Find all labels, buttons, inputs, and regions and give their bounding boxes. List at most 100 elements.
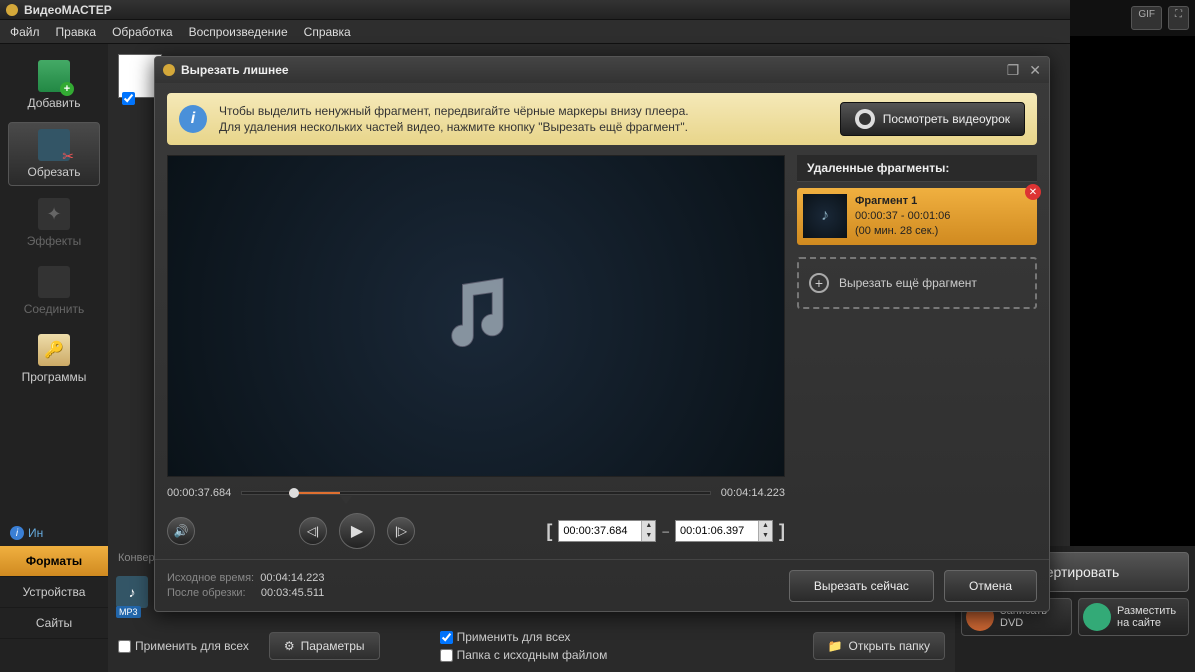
open-folder-label: Открыть папку [848,639,930,653]
preview-video [1070,36,1195,610]
params-button[interactable]: ⚙Параметры [269,632,380,660]
apply-all-label: Применить для всех [135,639,249,653]
app-logo-icon [6,4,18,16]
dialog-close-button[interactable]: ✕ [1029,62,1041,79]
fullscreen-button[interactable]: ⛶ [1168,6,1189,30]
next-frame-button[interactable]: |▷ [387,517,415,545]
menu-edit[interactable]: Правка [56,25,97,39]
add-fragment-label: Вырезать ещё фрагмент [839,276,977,290]
key-icon [38,334,70,366]
video-preview [167,155,785,477]
apply-all-checkbox[interactable]: Применить для всех [118,639,249,653]
gif-button[interactable]: GIF [1131,6,1162,30]
music-note-icon [431,271,521,361]
plus-icon: + [809,273,829,293]
sidebar-join: Соединить [8,260,100,322]
hint-info-icon: i [179,105,207,133]
menu-file[interactable]: Файл [10,25,40,39]
fragments-panel: Удаленные фрагменты: ♪ Фрагмент 1 00:00:… [797,155,1037,559]
tab-sites[interactable]: Сайты [0,608,108,639]
tutorial-button[interactable]: Посмотреть видеоурок [840,102,1025,136]
prev-frame-button[interactable]: ◁| [299,517,327,545]
src-time-value: 00:04:14.223 [260,572,324,584]
sidebar-cut-label: Обрезать [28,165,81,179]
dialog-title: Вырезать лишнее [181,63,997,77]
apply-all-2-checkbox[interactable]: Применить для всех [440,630,608,644]
dialog-restore-button[interactable]: ❐ [1007,62,1020,79]
bracket-close-icon[interactable]: ] [779,521,785,542]
add-fragment-button[interactable]: + Вырезать ещё фрагмент [797,257,1037,309]
file-checkbox[interactable] [122,92,135,105]
fragment-name: Фрагмент 1 [855,195,917,207]
effects-icon [38,198,70,230]
total-time: 00:04:14.223 [721,487,785,499]
globe-icon [1083,603,1111,631]
sidebar-cut[interactable]: Обрезать [8,122,100,186]
range-from-field[interactable] [559,525,641,537]
menu-playback[interactable]: Воспроизведение [189,25,288,39]
menubar: Файл Правка Обработка Воспроизведение Сп… [0,20,1195,44]
from-down[interactable]: ▼ [642,531,655,541]
sidebar-programs-label: Программы [22,370,87,384]
dialog-titlebar: Вырезать лишнее ❐ ✕ [155,57,1049,83]
range-to-field[interactable] [676,525,758,537]
range-from-input[interactable]: ▲▼ [558,520,656,542]
bracket-open-icon[interactable]: [ [546,521,552,542]
format-tabs: Форматы Устройства Сайты [0,546,108,672]
hint-line-1: Чтобы выделить ненужный фрагмент, передв… [219,103,828,119]
app-title: ВидеоМАСТЕР [24,3,1139,17]
range-end-marker[interactable] [340,496,352,516]
publish-button[interactable]: Разместитьна сайте [1078,598,1189,636]
seek-thumb[interactable] [289,488,299,498]
fragment-item[interactable]: ♪ Фрагмент 1 00:00:37 - 00:01:06 (00 мин… [797,188,1037,245]
menu-help[interactable]: Справка [304,25,351,39]
fragment-thumb-icon: ♪ [803,194,847,238]
to-down[interactable]: ▼ [759,531,772,541]
join-icon [38,266,70,298]
mute-button[interactable]: 🔊 [167,517,195,545]
range-to-input[interactable]: ▲▼ [675,520,773,542]
seek-track[interactable] [241,491,711,495]
range-dash: – [662,524,669,538]
sidebar-programs[interactable]: Программы [8,328,100,390]
fragment-delete-button[interactable]: ✕ [1025,184,1041,200]
open-folder-button[interactable]: 📁Открыть папку [813,632,945,660]
player-panel: 00:00:37.684 00:04:14.223 🔊 ◁| ▶ |▷ [ [167,155,785,559]
cut-now-button[interactable]: Вырезать сейчас [789,570,934,602]
tutorial-label: Посмотреть видеоурок [883,112,1010,126]
fragment-range: 00:00:37 - 00:01:06 [855,210,950,222]
sidebar-add[interactable]: Добавить [8,54,100,116]
sidebar-add-label: Добавить [27,96,80,110]
menu-process[interactable]: Обработка [112,25,173,39]
play-button[interactable]: ▶ [339,513,375,549]
sidebar-effects: Эффекты [8,192,100,254]
info-icon: i [10,526,24,540]
cancel-button[interactable]: Отмена [944,570,1037,602]
hint-line-2: Для удаления нескольких частей видео, на… [219,119,828,135]
after-label: После обрезки: [167,587,246,599]
cut-dialog: Вырезать лишнее ❐ ✕ i Чтобы выделить нен… [154,56,1050,612]
current-time: 00:00:37.684 [167,487,231,499]
publish-l1: Разместить [1117,605,1176,617]
fragments-title: Удаленные фрагменты: [797,155,1037,182]
apply-all-2-label: Применить для всех [457,630,571,644]
publish-l2: на сайте [1117,617,1176,629]
from-up[interactable]: ▲ [642,521,655,531]
webcam-icon [855,109,875,129]
src-folder-checkbox[interactable]: Папка с исходным файлом [440,648,608,662]
add-icon [38,60,70,92]
src-folder-label: Папка с исходным файлом [457,648,608,662]
hint-bar: i Чтобы выделить ненужный фрагмент, пере… [167,93,1037,145]
format-badge: MP3 [116,606,141,618]
format-icon[interactable]: ♪ [116,576,148,608]
src-time-label: Исходное время: [167,572,254,584]
tab-devices[interactable]: Устройства [0,577,108,608]
dialog-logo-icon [163,64,175,76]
info-link[interactable]: iИн [0,520,108,546]
to-up[interactable]: ▲ [759,521,772,531]
cut-icon [38,129,70,161]
tab-formats[interactable]: Форматы [0,546,108,577]
write-dvd-l2: DVD [1000,617,1047,629]
sidebar: Добавить Обрезать Эффекты Соединить Прог… [0,44,108,546]
params-label: Параметры [301,639,365,653]
